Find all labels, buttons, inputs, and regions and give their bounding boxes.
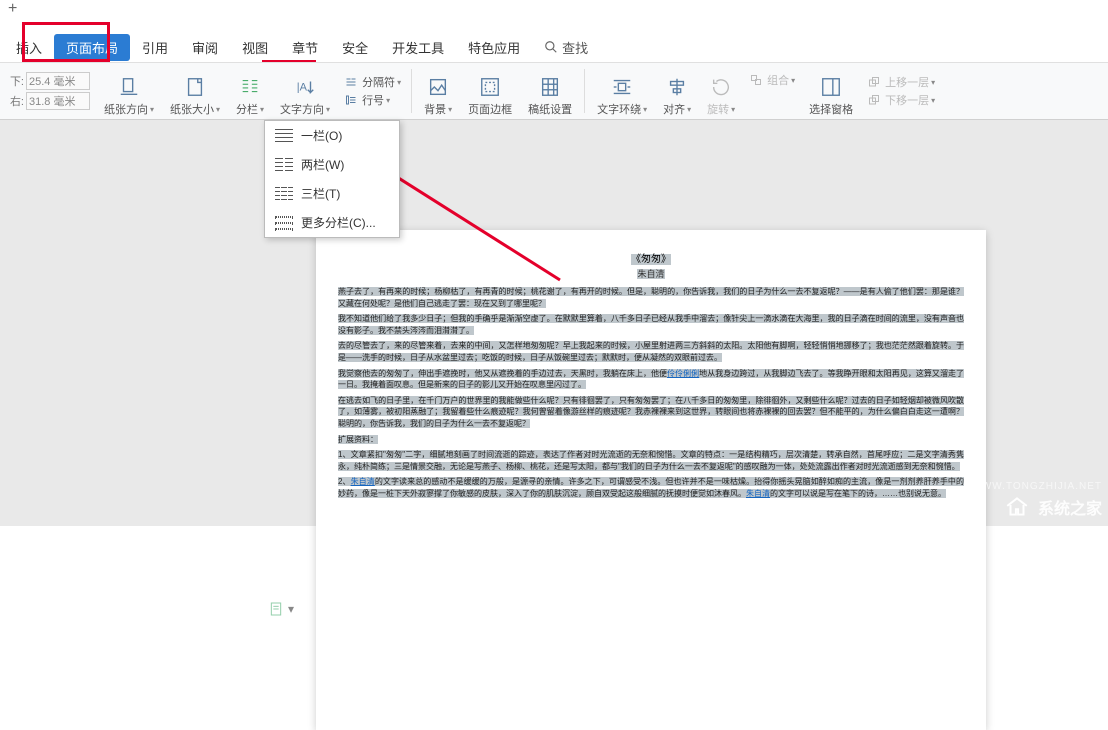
text-direction-button[interactable]: |A 文字方向▾ bbox=[272, 65, 338, 117]
manuscript-button[interactable]: 稿纸设置 bbox=[520, 65, 580, 117]
columns-button[interactable]: 分栏▾ bbox=[228, 65, 272, 117]
ribbon: 下: 右: 纸张方向▾ 纸张大小▾ 分栏▾ |A 文字方向▾ 分隔符▾ 行号▾ bbox=[0, 62, 1108, 120]
menu-devtools[interactable]: 开发工具 bbox=[380, 34, 456, 61]
margin-bottom-label: 下: bbox=[6, 73, 24, 89]
margin-spinner-group: 下: 右: bbox=[6, 72, 90, 110]
columns-two-item[interactable]: 两栏(W) bbox=[265, 150, 399, 179]
orientation-icon bbox=[118, 76, 140, 98]
menu-insert[interactable]: 插入 bbox=[4, 34, 54, 61]
text-direction-icon: |A bbox=[294, 76, 316, 98]
paragraph: 1、文章紧扣"匆匆"二字，细腻地刻画了时间流逝的踪迹，表达了作者对时光流逝的无奈… bbox=[338, 449, 964, 472]
manuscript-icon bbox=[539, 76, 561, 98]
paper-size-icon bbox=[184, 76, 206, 98]
chevron-down-icon: ▾ bbox=[288, 602, 294, 616]
new-tab-button[interactable]: + bbox=[8, 0, 17, 18]
paragraph: 我觉察他去的匆匆了，伸出手遮挽时，他又从遮挽着的手边过去，天黑时，我躺在床上，他… bbox=[338, 368, 964, 391]
group-button[interactable]: 组合▾ bbox=[749, 72, 795, 88]
document-canvas: 《匆匆》 朱自清 燕子去了，有再来的时候；杨柳枯了，有再青的时候；桃花谢了，有再… bbox=[0, 120, 1108, 526]
paragraph: 2、朱自清的文字读来总的感动不是缓缓的万般，是源寻的亲情。许多之下，可谓感受不浅… bbox=[338, 476, 964, 499]
margin-right-input[interactable] bbox=[26, 92, 90, 110]
bring-forward-icon bbox=[867, 76, 881, 88]
text-wrap-button[interactable]: 文字环绕▾ bbox=[589, 65, 655, 117]
more-columns-icon bbox=[275, 216, 293, 230]
page-border-button[interactable]: 页面边框 bbox=[460, 65, 520, 117]
columns-icon bbox=[239, 76, 261, 98]
menu-page-layout[interactable]: 页面布局 bbox=[54, 34, 130, 61]
breaks-icon bbox=[344, 76, 358, 88]
separator bbox=[584, 69, 585, 113]
group-icon bbox=[749, 74, 763, 86]
paragraph: 燕子去了，有再来的时候；杨柳枯了，有再青的时候；桃花谢了，有再开的时候。但是，聪… bbox=[338, 286, 964, 309]
columns-one-item[interactable]: 一栏(O) bbox=[265, 121, 399, 150]
align-button[interactable]: 对齐▾ bbox=[655, 65, 699, 117]
orientation-button[interactable]: 纸张方向▾ bbox=[96, 65, 162, 117]
two-column-icon bbox=[275, 158, 293, 172]
menu-security[interactable]: 安全 bbox=[330, 34, 380, 61]
three-column-icon bbox=[275, 187, 293, 201]
selection-pane-button[interactable]: 选择窗格 bbox=[801, 65, 861, 117]
link-lingling[interactable]: 伶伶俐俐 bbox=[667, 369, 699, 378]
line-numbers-icon bbox=[344, 94, 358, 106]
text-wrap-icon bbox=[611, 76, 633, 98]
paper-size-button[interactable]: 纸张大小▾ bbox=[162, 65, 228, 117]
columns-dropdown: 一栏(O) 两栏(W) 三栏(T) 更多分栏(C)... bbox=[264, 120, 400, 238]
rotate-button[interactable]: 旋转▾ bbox=[699, 65, 743, 117]
doc-author: 朱自清 bbox=[338, 267, 964, 280]
document-page[interactable]: 《匆匆》 朱自清 燕子去了，有再来的时候；杨柳枯了，有再青的时候；桃花谢了，有再… bbox=[316, 230, 986, 730]
breaks-button[interactable]: 分隔符▾ bbox=[344, 74, 401, 90]
paragraph: 去的尽管去了，来的尽管来着，去来的中间，又怎样地匆匆呢？早上我起来的时候，小屋里… bbox=[338, 340, 964, 363]
menu-references[interactable]: 引用 bbox=[130, 34, 180, 61]
send-backward-icon bbox=[867, 94, 881, 106]
background-icon bbox=[427, 76, 449, 98]
paragraph: 扩展资料： bbox=[338, 434, 964, 446]
separator bbox=[411, 69, 412, 113]
columns-more-item[interactable]: 更多分栏(C)... bbox=[265, 208, 399, 237]
paragraph: 我不知道他们给了我多少日子；但我的手确乎是渐渐空虚了。在默默里算着，八千多日子已… bbox=[338, 313, 964, 336]
background-button[interactable]: 背景▾ bbox=[416, 65, 460, 117]
search-icon bbox=[544, 40, 558, 54]
link-zhuziqing[interactable]: 朱自清 bbox=[351, 477, 375, 486]
doc-title: 《匆匆》 bbox=[338, 250, 964, 265]
align-icon bbox=[666, 76, 688, 98]
margin-right-label: 右: bbox=[6, 93, 24, 109]
menu-review[interactable]: 审阅 bbox=[180, 34, 230, 61]
floating-toolbar[interactable]: ▾ bbox=[268, 600, 294, 618]
line-numbers-button[interactable]: 行号▾ bbox=[344, 92, 401, 108]
page-border-icon bbox=[479, 76, 501, 98]
bring-forward-button[interactable]: 上移一层▾ bbox=[867, 74, 935, 90]
menu-chapter[interactable]: 章节 bbox=[280, 34, 330, 61]
search-box[interactable]: 查找 bbox=[544, 38, 588, 57]
paragraph: 在逃去如飞的日子里，在千门万户的世界里的我能做些什么呢？只有徘徊罢了，只有匆匆罢… bbox=[338, 395, 964, 430]
link-zhuziqing[interactable]: 朱自清 bbox=[746, 489, 770, 498]
menu-special-apps[interactable]: 特色应用 bbox=[456, 34, 532, 61]
search-label: 查找 bbox=[562, 38, 588, 57]
menu-bar: 插入 页面布局 引用 审阅 视图 章节 安全 开发工具 特色应用 查找 bbox=[0, 32, 1108, 62]
rotate-icon bbox=[710, 76, 732, 98]
page-property-icon bbox=[268, 600, 284, 618]
columns-three-item[interactable]: 三栏(T) bbox=[265, 179, 399, 208]
menu-view[interactable]: 视图 bbox=[230, 34, 280, 61]
one-column-icon bbox=[275, 129, 293, 143]
svg-text:|A: |A bbox=[297, 82, 308, 94]
margin-bottom-input[interactable] bbox=[26, 72, 90, 90]
send-backward-button[interactable]: 下移一层▾ bbox=[867, 92, 935, 108]
selection-pane-icon bbox=[820, 76, 842, 98]
